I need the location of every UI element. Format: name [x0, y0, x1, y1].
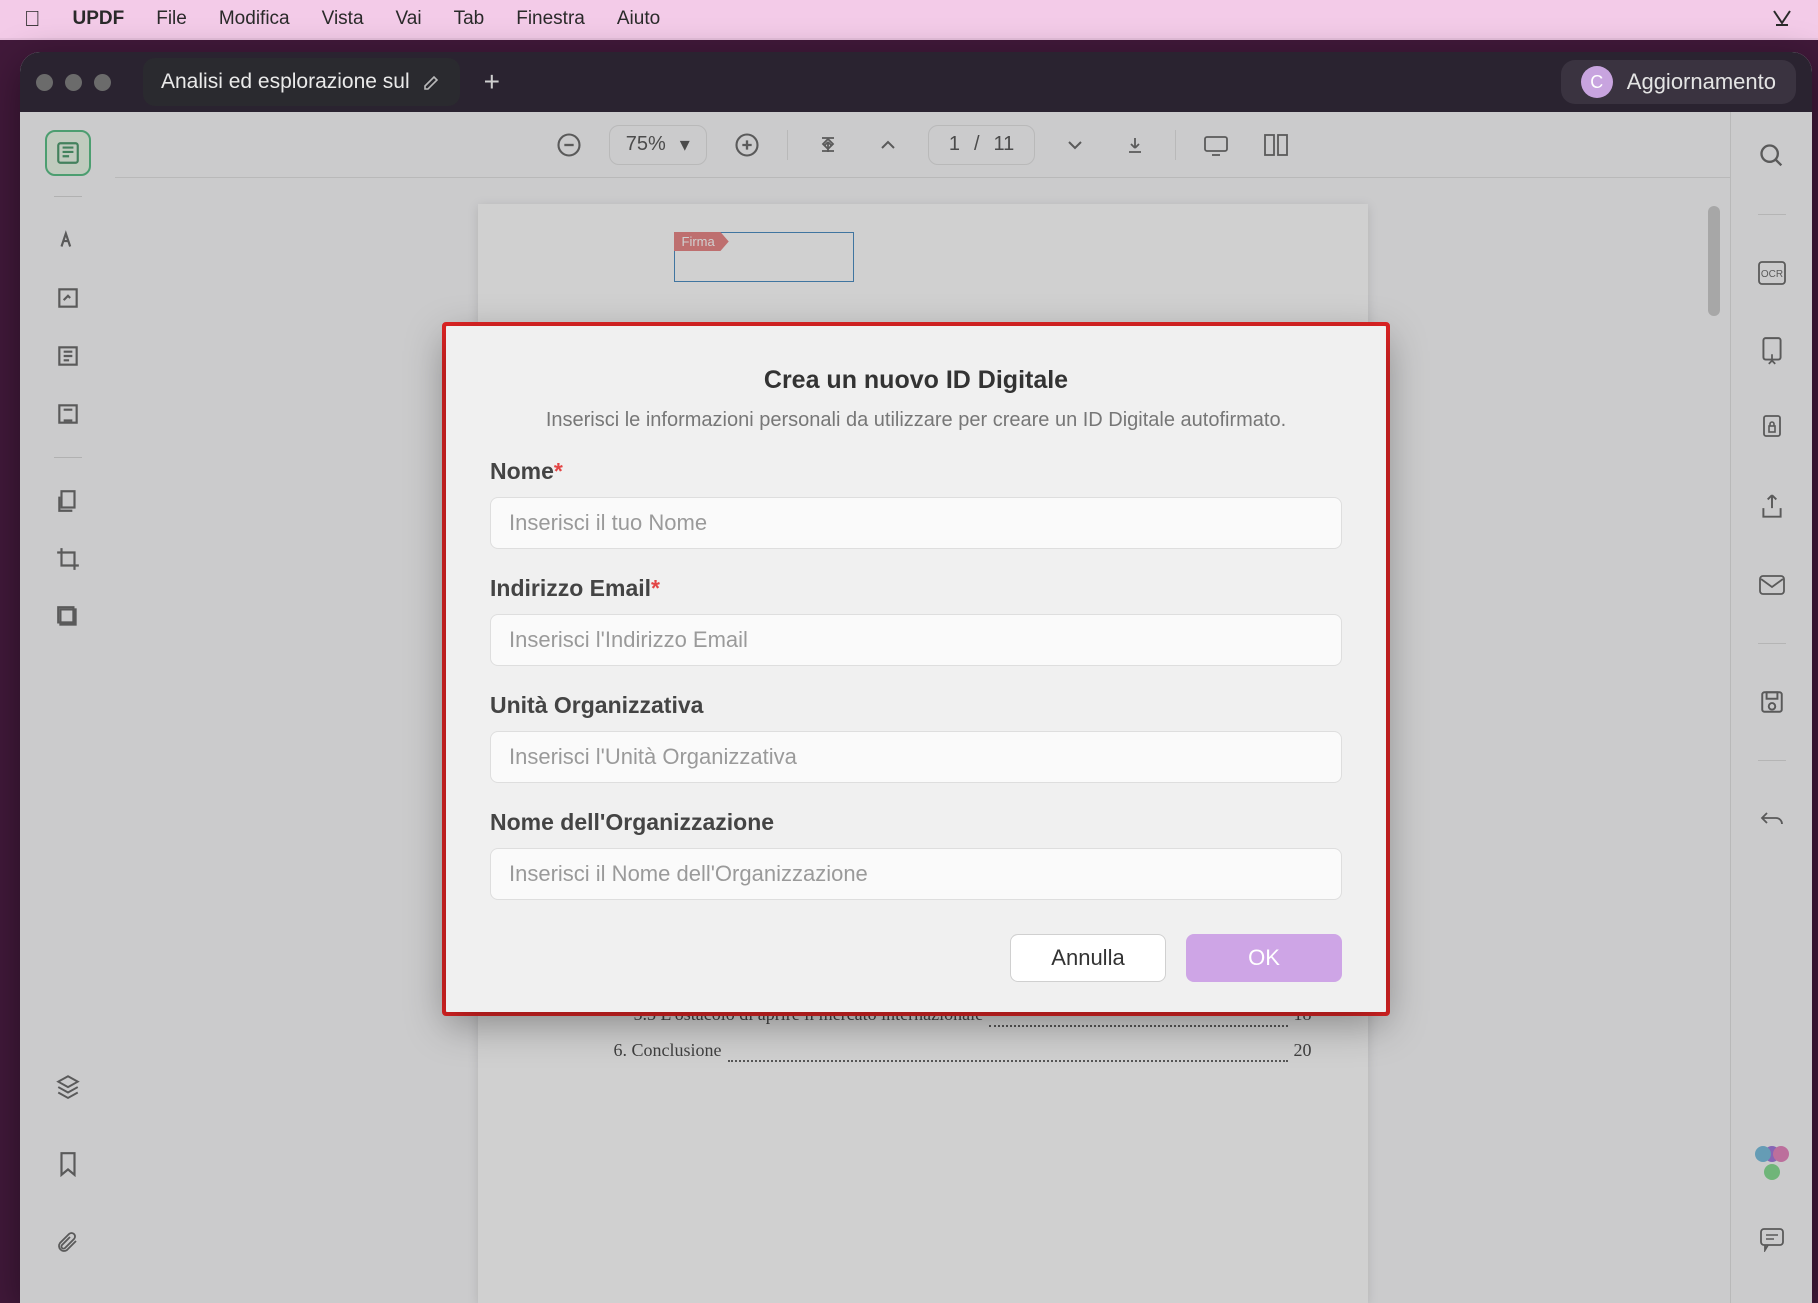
- label-name: Nome*: [490, 458, 1342, 485]
- org-unit-input[interactable]: [490, 731, 1342, 783]
- window-controls[interactable]: [36, 74, 111, 91]
- menu-edit[interactable]: Modifica: [219, 8, 290, 30]
- apple-menu-icon[interactable]: : [24, 6, 41, 32]
- dialog-highlight-frame: Crea un nuovo ID Digitale Inserisci le i…: [442, 322, 1390, 1016]
- menubar-extra-icon[interactable]: [1770, 9, 1794, 29]
- create-digital-id-dialog: Crea un nuovo ID Digitale Inserisci le i…: [446, 326, 1386, 1012]
- pencil-icon[interactable]: [422, 72, 442, 92]
- label-org-name: Nome dell'Organizzazione: [490, 809, 1342, 836]
- name-input[interactable]: [490, 497, 1342, 549]
- avatar: C: [1581, 66, 1613, 98]
- menu-view[interactable]: Vista: [322, 8, 364, 30]
- menu-file[interactable]: File: [156, 8, 187, 30]
- minimize-window-icon[interactable]: [65, 74, 82, 91]
- macos-menubar:  UPDF File Modifica Vista Vai Tab Fines…: [0, 0, 1818, 40]
- tab-title: Analisi ed esplorazione sul: [161, 70, 410, 94]
- user-action-label: Aggiornamento: [1627, 69, 1776, 95]
- email-input[interactable]: [490, 614, 1342, 666]
- dialog-title: Crea un nuovo ID Digitale: [490, 366, 1342, 395]
- cancel-button[interactable]: Annulla: [1010, 934, 1166, 982]
- ok-button[interactable]: OK: [1186, 934, 1342, 982]
- dialog-subtitle: Inserisci le informazioni personali da u…: [490, 409, 1342, 432]
- document-tab[interactable]: Analisi ed esplorazione sul: [143, 58, 460, 106]
- menubar-app-name[interactable]: UPDF: [73, 8, 125, 30]
- user-chip[interactable]: C Aggiornamento: [1561, 60, 1796, 104]
- menu-tab[interactable]: Tab: [454, 8, 485, 30]
- titlebar: Analisi ed esplorazione sul + C Aggiorna…: [20, 52, 1812, 112]
- menu-help[interactable]: Aiuto: [617, 8, 660, 30]
- app-window: Analisi ed esplorazione sul + C Aggiorna…: [20, 52, 1812, 1303]
- label-email: Indirizzo Email*: [490, 575, 1342, 602]
- menu-window[interactable]: Finestra: [516, 8, 585, 30]
- org-name-input[interactable]: [490, 848, 1342, 900]
- fullscreen-window-icon[interactable]: [94, 74, 111, 91]
- add-tab-button[interactable]: +: [472, 66, 512, 98]
- close-window-icon[interactable]: [36, 74, 53, 91]
- label-org-unit: Unità Organizzativa: [490, 692, 1342, 719]
- menu-go[interactable]: Vai: [396, 8, 422, 30]
